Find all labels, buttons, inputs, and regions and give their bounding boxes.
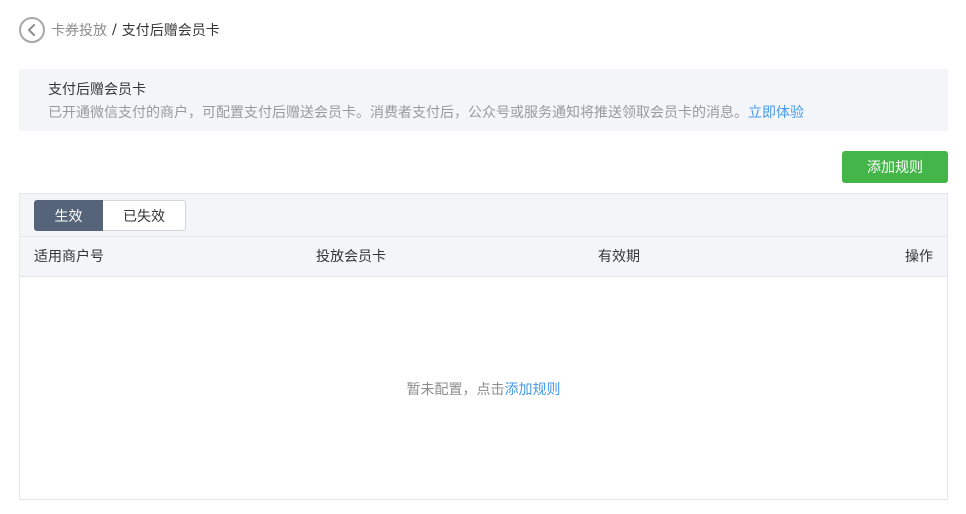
add-rule-button[interactable]: 添加规则 bbox=[842, 151, 948, 183]
tab-bar: 生效 已失效 bbox=[20, 194, 947, 237]
column-member-card: 投放会员卡 bbox=[316, 249, 386, 265]
rules-panel: 生效 已失效 适用商户号 投放会员卡 有效期 操作 暂未配置，点击添加规则 bbox=[19, 193, 948, 500]
empty-state: 暂未配置，点击添加规则 bbox=[20, 379, 947, 399]
banner-description-text: 已开通微信支付的商户，可配置支付后赠送会员卡。消费者支付后，公众号或服务通知将推… bbox=[48, 105, 748, 121]
empty-state-text: 暂未配置，点击 bbox=[406, 382, 505, 398]
banner-title: 支付后赠会员卡 bbox=[48, 82, 146, 98]
column-actions: 操作 bbox=[905, 249, 933, 265]
breadcrumb-separator: / bbox=[112, 22, 117, 38]
back-button[interactable] bbox=[19, 17, 45, 43]
chevron-left-icon bbox=[28, 24, 35, 36]
tab-expired[interactable]: 已失效 bbox=[103, 200, 186, 231]
table-header: 适用商户号 投放会员卡 有效期 操作 bbox=[20, 237, 947, 277]
breadcrumb-current: 支付后赠会员卡 bbox=[121, 23, 220, 39]
try-now-link[interactable]: 立即体验 bbox=[748, 105, 804, 121]
tab-active[interactable]: 生效 bbox=[34, 200, 103, 231]
breadcrumb-parent-link[interactable]: 卡券投放 bbox=[51, 20, 107, 40]
empty-state-add-rule-link[interactable]: 添加规则 bbox=[505, 382, 561, 398]
status-tabs: 生效 已失效 bbox=[34, 200, 186, 231]
breadcrumb: 卡券投放 / 支付后赠会员卡 bbox=[19, 16, 220, 44]
page: 卡券投放 / 支付后赠会员卡 支付后赠会员卡 已开通微信支付的商户，可配置支付后… bbox=[0, 0, 966, 514]
banner-description: 已开通微信支付的商户，可配置支付后赠送会员卡。消费者支付后，公众号或服务通知将推… bbox=[48, 104, 948, 122]
column-merchant-id: 适用商户号 bbox=[34, 249, 104, 265]
column-validity: 有效期 bbox=[598, 249, 640, 265]
info-banner: 支付后赠会员卡 已开通微信支付的商户，可配置支付后赠送会员卡。消费者支付后，公众… bbox=[19, 69, 948, 131]
